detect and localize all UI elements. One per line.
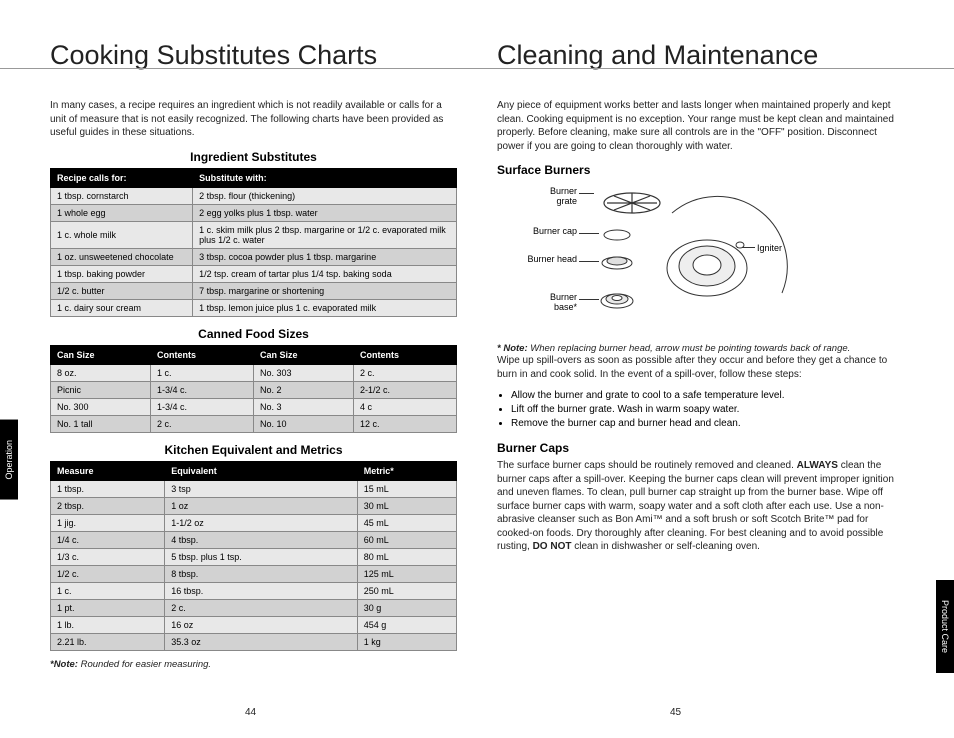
table-canned: Can SizeContents Can SizeContents 8 oz.1… <box>50 345 457 433</box>
heading-surface-burners: Surface Burners <box>497 163 904 177</box>
spillover-text: Wipe up spill-overs as soon as possible … <box>497 354 904 381</box>
label-burner-cap: Burner cap <box>527 227 577 237</box>
table-substitutes: Recipe calls for:Substitute with: 1 tbsp… <box>50 168 457 317</box>
right-column: Cleaning and Maintenance Any piece of eq… <box>497 40 904 708</box>
heading-metrics: Kitchen Equivalent and Metrics <box>50 443 457 457</box>
tab-operation: Operation <box>0 420 18 500</box>
burner-caps-text: The surface burner caps should be routin… <box>497 459 904 554</box>
burner-illustration <box>592 183 792 333</box>
page-number-left: 44 <box>245 707 256 718</box>
heading-burner-caps: Burner Caps <box>497 441 904 455</box>
page-title-right: Cleaning and Maintenance <box>497 40 904 71</box>
intro-right: Any piece of equipment works better and … <box>497 99 904 153</box>
step-1: Allow the burner and grate to cool to a … <box>511 389 904 403</box>
page-number-right: 45 <box>670 707 681 718</box>
table-metrics: MeasureEquivalentMetric* 1 tbsp.3 tsp15 … <box>50 461 457 651</box>
burner-note: * Note: When replacing burner head, arro… <box>497 343 904 354</box>
page-title-left: Cooking Substitutes Charts <box>50 40 457 71</box>
tab-product-care: Product Care <box>936 580 954 673</box>
step-3: Remove the burner cap and burner head an… <box>511 417 904 431</box>
step-2: Lift off the burner grate. Wash in warm … <box>511 403 904 417</box>
burner-diagram: Burner grate Burner cap Burner head Burn… <box>497 183 904 333</box>
intro-left: In many cases, a recipe requires an ingr… <box>50 99 457 140</box>
label-burner-base: Burner base* <box>527 293 577 313</box>
left-column: Cooking Substitutes Charts In many cases… <box>50 40 457 708</box>
label-burner-head: Burner head <box>527 255 577 265</box>
spillover-steps: Allow the burner and grate to cool to a … <box>511 389 904 431</box>
heading-ingredient-substitutes: Ingredient Substitutes <box>50 150 457 164</box>
heading-canned-sizes: Canned Food Sizes <box>50 327 457 341</box>
label-burner-grate: Burner grate <box>527 187 577 207</box>
metrics-note: *Note: Rounded for easier measuring. <box>50 659 457 670</box>
